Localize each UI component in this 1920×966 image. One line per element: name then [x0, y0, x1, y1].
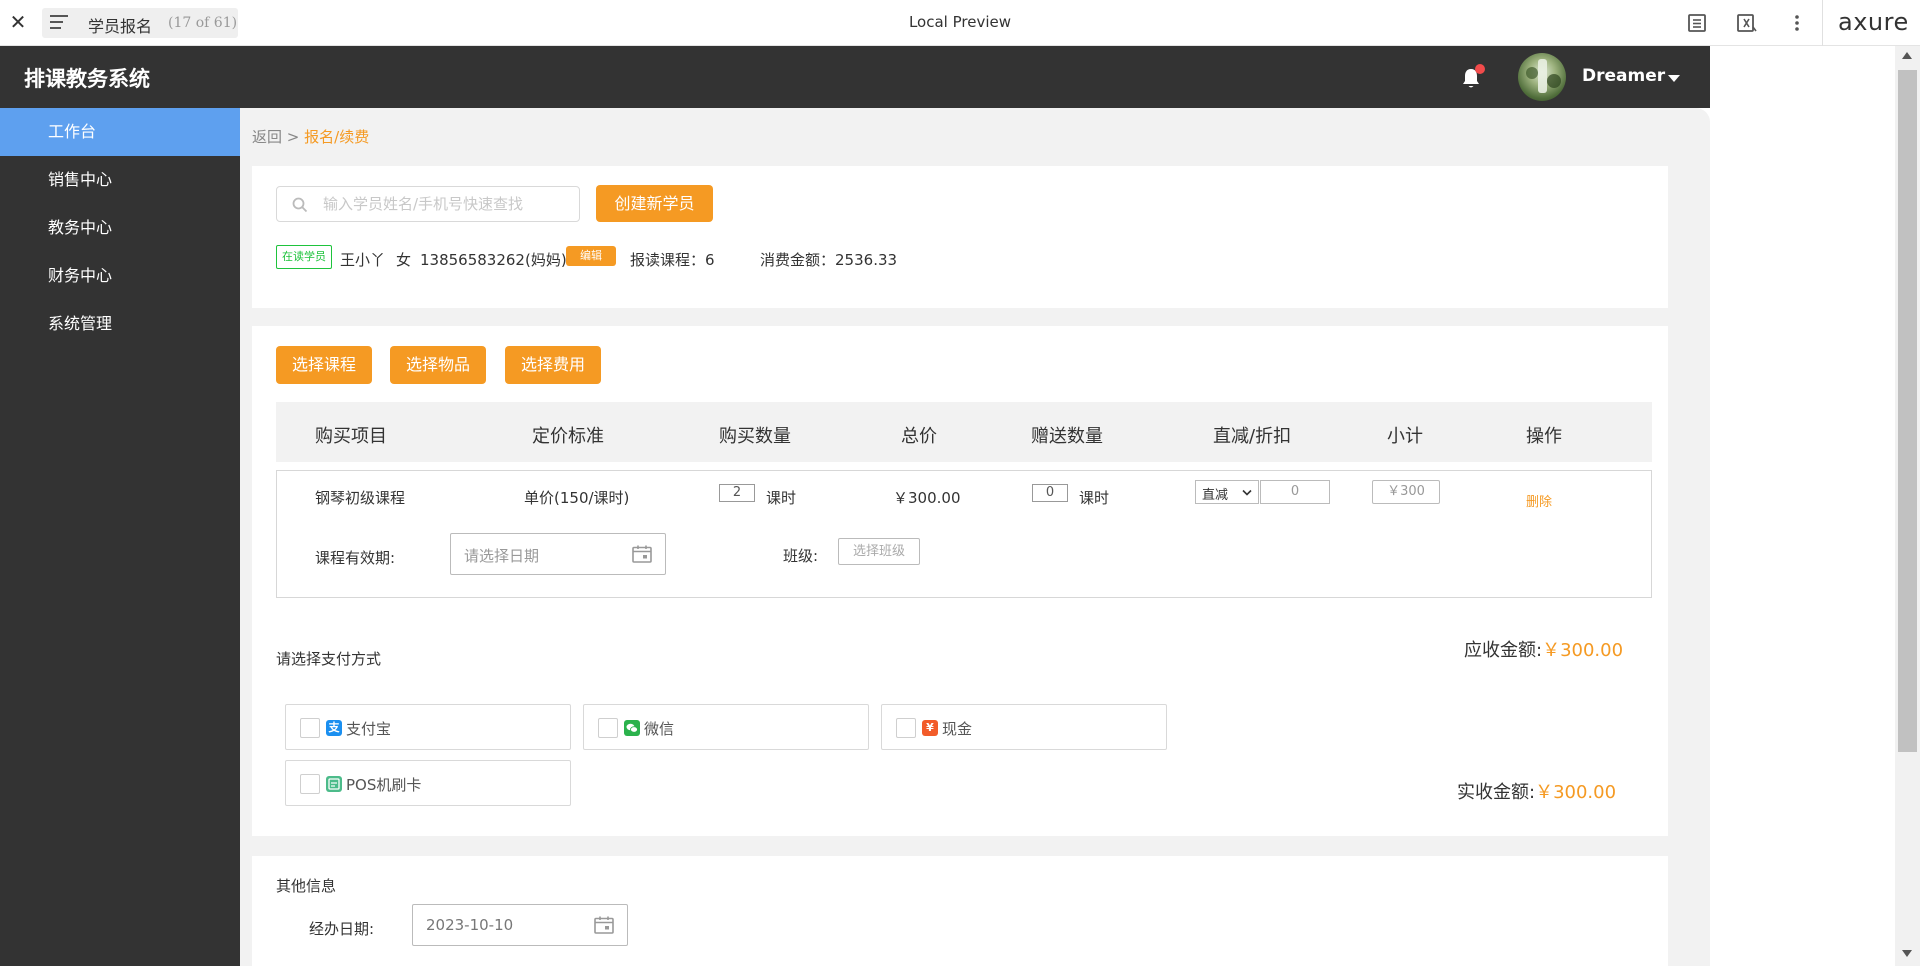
validity-label: 课程有效期: — [315, 549, 396, 567]
status-badge: 在读学员 — [276, 245, 332, 269]
payment-title: 请选择支付方式 — [276, 650, 382, 668]
column-header-price: 定价标准 — [532, 426, 604, 447]
discount-type-value: 直减 — [1202, 488, 1229, 503]
qty-input[interactable]: 2 — [719, 484, 755, 502]
preview-toolbar: ✕ 学员报名 (17 of 61) Local Preview axure — [0, 0, 1920, 46]
qty-unit: 课时 — [766, 489, 797, 507]
gift-unit: 课时 — [1079, 489, 1110, 507]
handle-date-picker[interactable]: 2023-10-10 — [412, 904, 628, 946]
alipay-icon: 支 — [326, 720, 342, 736]
spend-amount-label: 消费金额：2536.33 — [760, 251, 898, 269]
pos-checkbox[interactable] — [300, 774, 320, 794]
table-header: 购买项目 定价标准 购买数量 总价 赠送数量 直减/折扣 小计 操作 — [276, 402, 1652, 462]
sidebar-item-academic[interactable]: 教务中心 — [0, 204, 240, 252]
table-row: 钢琴初级课程 单价(150/课时) 2 课时 ￥300.00 0 课时 直减 0… — [276, 470, 1652, 598]
discount-type-select[interactable]: 直减 — [1195, 480, 1259, 504]
interactions-icon[interactable] — [1735, 12, 1757, 34]
wechat-icon — [624, 720, 640, 736]
more-options-icon[interactable] — [1786, 12, 1808, 34]
column-header-subtotal: 小计 — [1387, 426, 1423, 447]
scroll-up-arrow-icon[interactable] — [1902, 52, 1912, 59]
chevron-down-icon — [1242, 489, 1252, 496]
payment-option-wechat[interactable]: 微信 — [583, 704, 869, 750]
gift-qty-input[interactable]: 0 — [1032, 484, 1068, 502]
select-item-button[interactable]: 选择物品 — [390, 346, 486, 384]
handle-date-value: 2023-10-10 — [426, 916, 514, 934]
sidebar-item-finance[interactable]: 财务中心 — [0, 252, 240, 300]
sidebar-item-system[interactable]: 系统管理 — [0, 300, 240, 348]
column-header-qty: 购买数量 — [719, 426, 791, 447]
edit-button[interactable]: 编辑 — [566, 246, 616, 266]
axure-logo: axure — [1838, 8, 1909, 36]
receivable-amount: 应收金额:￥300.00 — [1464, 640, 1624, 661]
sidebar-item-sales[interactable]: 销售中心 — [0, 156, 240, 204]
chevron-down-icon[interactable] — [1668, 75, 1680, 82]
breadcrumb: 返回 > 报名/续费 — [252, 126, 369, 147]
breadcrumb-back-link[interactable]: 返回 — [252, 128, 282, 146]
payment-option-pos[interactable]: POS机刷卡 — [285, 760, 571, 806]
pos-card-icon — [326, 776, 342, 792]
wechat-label: 微信 — [644, 720, 675, 738]
student-gender: 女 — [396, 251, 412, 269]
row-price-standard: 单价(150/课时) — [524, 489, 630, 507]
cash-checkbox[interactable] — [896, 718, 916, 738]
preview-title: Local Preview — [908, 13, 1012, 31]
breadcrumb-separator: > — [286, 128, 300, 146]
row-total: ￥300.00 — [893, 489, 961, 507]
cash-label: 现金 — [942, 720, 973, 738]
search-icon — [292, 197, 308, 213]
select-fee-button[interactable]: 选择费用 — [505, 346, 601, 384]
create-student-button[interactable]: 创建新学员 — [596, 185, 713, 222]
validity-placeholder: 请选择日期 — [464, 547, 540, 565]
notes-icon[interactable] — [1686, 12, 1708, 34]
page-margin — [1710, 46, 1895, 966]
select-course-button[interactable]: 选择课程 — [276, 346, 372, 384]
user-name[interactable]: Dreamer — [1582, 66, 1665, 86]
breadcrumb-current: 报名/续费 — [304, 128, 370, 146]
student-name: 王小丫 — [340, 251, 386, 269]
calendar-icon — [594, 916, 614, 934]
other-info-title: 其他信息 — [276, 877, 337, 895]
sidebar-item-workbench[interactable]: 工作台 — [0, 108, 240, 156]
delete-link[interactable]: 删除 — [1526, 491, 1552, 510]
scroll-down-arrow-icon[interactable] — [1902, 950, 1912, 957]
column-header-total: 总价 — [901, 426, 937, 447]
toolbar-divider — [1822, 0, 1823, 46]
cash-icon: ¥ — [922, 720, 938, 736]
validity-date-picker[interactable]: 请选择日期 — [450, 533, 666, 575]
app-header: 排课教务系统 Dreamer — [0, 46, 1710, 108]
class-label: 班级: — [783, 547, 819, 565]
column-header-discount: 直减/折扣 — [1213, 426, 1292, 447]
received-amount: 实收金额:￥300.00 — [1457, 782, 1617, 803]
wechat-checkbox[interactable] — [598, 718, 618, 738]
column-header-gift: 赠送数量 — [1031, 426, 1103, 447]
handle-date-label: 经办日期: — [309, 920, 375, 938]
column-header-action: 操作 — [1526, 426, 1562, 447]
select-class-button[interactable]: 选择班级 — [838, 538, 920, 565]
column-header-item: 购买项目 — [315, 426, 387, 447]
search-input[interactable] — [323, 187, 573, 221]
discount-value-input[interactable]: 0 — [1260, 480, 1330, 504]
row-item-name: 钢琴初级课程 — [315, 489, 406, 507]
avatar[interactable] — [1518, 53, 1566, 101]
alipay-checkbox[interactable] — [300, 718, 320, 738]
app-title: 排课教务系统 — [24, 67, 150, 91]
payment-option-alipay[interactable]: 支 支付宝 — [285, 704, 571, 750]
notification-dot — [1475, 64, 1485, 74]
search-box[interactable] — [276, 186, 580, 222]
payment-option-cash[interactable]: ¥ 现金 — [881, 704, 1167, 750]
subtotal-field: ￥300 — [1372, 480, 1440, 504]
courses-count-label: 报读课程：6 — [630, 251, 715, 269]
calendar-icon — [632, 545, 652, 563]
alipay-label: 支付宝 — [346, 720, 392, 738]
scrollbar-thumb[interactable] — [1898, 70, 1917, 752]
sidebar: 工作台 销售中心 教务中心 财务中心 系统管理 — [0, 108, 240, 966]
student-phone: 13856583262(妈妈) — [420, 251, 567, 269]
pos-label: POS机刷卡 — [346, 776, 422, 794]
